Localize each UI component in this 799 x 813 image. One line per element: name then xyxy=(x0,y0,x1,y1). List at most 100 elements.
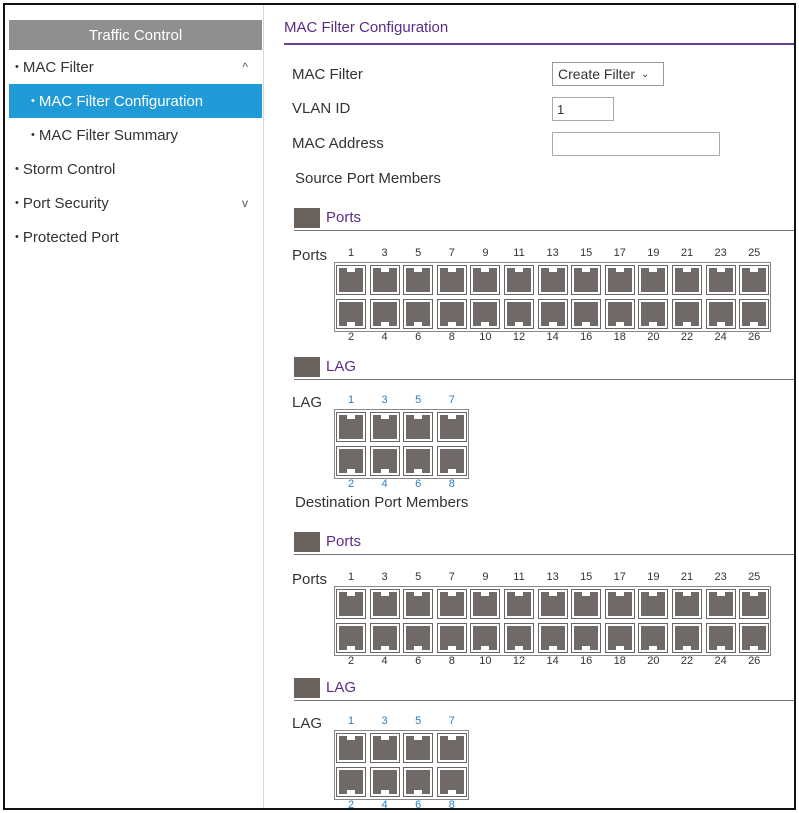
bullet-icon: • xyxy=(15,163,19,175)
lag-1-toggle[interactable] xyxy=(336,733,366,763)
sidebar-item-protected-port[interactable]: • Protected Port xyxy=(9,220,262,254)
port-number-bottom: 8 xyxy=(448,799,455,810)
port-number-top: 9 xyxy=(482,571,489,583)
port-4-toggle[interactable] xyxy=(369,299,400,329)
section-rule xyxy=(294,379,794,380)
port-23-toggle[interactable] xyxy=(705,589,736,619)
sidebar-menu: • MAC Filter ^ • MAC Filter Configuration • MA… xyxy=(9,50,262,254)
lag-6-toggle[interactable] xyxy=(403,446,434,476)
port-24-toggle[interactable] xyxy=(705,299,736,329)
port-number-bottom: 2 xyxy=(347,799,355,810)
port-17-toggle[interactable] xyxy=(604,265,635,295)
port-7-toggle[interactable] xyxy=(436,589,467,619)
lag-4-toggle[interactable] xyxy=(369,767,400,797)
port-21-toggle[interactable] xyxy=(672,265,702,295)
port-23-toggle[interactable] xyxy=(705,265,736,295)
lag-2-toggle[interactable] xyxy=(336,446,366,476)
port-15-toggle[interactable] xyxy=(571,589,602,619)
port-8-toggle[interactable] xyxy=(436,299,467,329)
port-14-toggle[interactable] xyxy=(537,299,568,329)
sidebar-item-mac-filter-summary[interactable]: • MAC Filter Summary xyxy=(9,118,262,152)
mac-filter-select[interactable]: Create Filter ⌄ xyxy=(552,62,664,86)
sidebar-item-storm-control[interactable]: • Storm Control xyxy=(9,152,262,186)
port-22-toggle[interactable] xyxy=(672,623,702,653)
lag-4-toggle[interactable] xyxy=(369,446,400,476)
port-26-toggle[interactable] xyxy=(739,299,770,329)
sidebar-item-mac-filter[interactable]: • MAC Filter ^ xyxy=(9,50,262,84)
port-3-toggle[interactable] xyxy=(369,589,400,619)
vlan-id-input[interactable] xyxy=(552,97,614,121)
port-7-toggle[interactable] xyxy=(436,265,467,295)
port-number-top: 11 xyxy=(513,571,525,583)
port-20-toggle[interactable] xyxy=(638,299,669,329)
port-11-toggle[interactable] xyxy=(504,265,534,295)
port-13-toggle[interactable] xyxy=(537,265,568,295)
port-1-toggle[interactable] xyxy=(336,589,366,619)
port-15-toggle[interactable] xyxy=(571,265,602,295)
mac-address-input[interactable] xyxy=(552,132,720,156)
port-10-toggle[interactable] xyxy=(470,623,501,653)
chevron-down-icon[interactable]: v xyxy=(242,196,248,210)
lag-3-toggle[interactable] xyxy=(369,412,400,442)
port-25-toggle[interactable] xyxy=(739,589,770,619)
lag-7-toggle[interactable] xyxy=(436,412,467,442)
port-5-toggle[interactable] xyxy=(403,265,434,295)
port-number-top: 3 xyxy=(381,394,388,406)
port-20-toggle[interactable] xyxy=(638,623,669,653)
bullet-icon: • xyxy=(31,95,35,107)
port-9-toggle[interactable] xyxy=(470,265,501,295)
port-number-bottom: 10 xyxy=(479,655,492,667)
port-3-toggle[interactable] xyxy=(369,265,400,295)
port-8-toggle[interactable] xyxy=(436,623,467,653)
lag-8-toggle[interactable] xyxy=(436,446,467,476)
port-number-top: 7 xyxy=(448,715,455,727)
port-1-toggle[interactable] xyxy=(336,265,366,295)
port-26-toggle[interactable] xyxy=(739,623,770,653)
port-12-toggle[interactable] xyxy=(504,623,534,653)
port-4-toggle[interactable] xyxy=(369,623,400,653)
port-17-toggle[interactable] xyxy=(604,589,635,619)
port-16-toggle[interactable] xyxy=(571,299,602,329)
sidebar-item-port-security[interactable]: • Port Security v xyxy=(9,186,262,220)
chevron-up-icon[interactable]: ^ xyxy=(242,60,248,74)
port-2-toggle[interactable] xyxy=(336,299,366,329)
port-number-bottom: 6 xyxy=(415,478,422,490)
port-number-bottom: 26 xyxy=(748,655,761,667)
port-number-top: 15 xyxy=(580,247,593,259)
lag-5-toggle[interactable] xyxy=(403,412,434,442)
ports-section-icon xyxy=(294,532,320,552)
port-10-toggle[interactable] xyxy=(470,299,501,329)
port-19-toggle[interactable] xyxy=(638,265,669,295)
vertical-divider xyxy=(263,5,264,808)
port-12-toggle[interactable] xyxy=(504,299,534,329)
port-24-toggle[interactable] xyxy=(705,623,736,653)
lag-2-toggle[interactable] xyxy=(336,767,366,797)
sidebar-item-label: MAC Filter Configuration xyxy=(38,92,204,110)
lag-8-toggle[interactable] xyxy=(436,767,467,797)
port-25-toggle[interactable] xyxy=(739,265,770,295)
sidebar: Traffic Control • MAC Filter ^ • MAC Filter … xyxy=(9,20,262,254)
port-19-toggle[interactable] xyxy=(638,589,669,619)
source-ports-section-label: Ports xyxy=(326,209,362,226)
lag-6-toggle[interactable] xyxy=(403,767,434,797)
port-22-toggle[interactable] xyxy=(672,299,702,329)
port-18-toggle[interactable] xyxy=(604,623,635,653)
port-number-bottom: 22 xyxy=(680,655,694,667)
lag-5-toggle[interactable] xyxy=(403,733,434,763)
port-6-toggle[interactable] xyxy=(403,623,434,653)
port-6-toggle[interactable] xyxy=(403,299,434,329)
port-5-toggle[interactable] xyxy=(403,589,434,619)
port-13-toggle[interactable] xyxy=(537,589,568,619)
port-number-top: 5 xyxy=(415,247,422,259)
port-11-toggle[interactable] xyxy=(504,589,534,619)
port-16-toggle[interactable] xyxy=(571,623,602,653)
port-18-toggle[interactable] xyxy=(604,299,635,329)
lag-7-toggle[interactable] xyxy=(436,733,467,763)
sidebar-item-mac-filter-configuration[interactable]: • MAC Filter Configuration xyxy=(9,84,262,118)
port-2-toggle[interactable] xyxy=(336,623,366,653)
lag-3-toggle[interactable] xyxy=(369,733,400,763)
port-14-toggle[interactable] xyxy=(537,623,568,653)
lag-1-toggle[interactable] xyxy=(336,412,366,442)
port-9-toggle[interactable] xyxy=(470,589,501,619)
port-21-toggle[interactable] xyxy=(672,589,702,619)
